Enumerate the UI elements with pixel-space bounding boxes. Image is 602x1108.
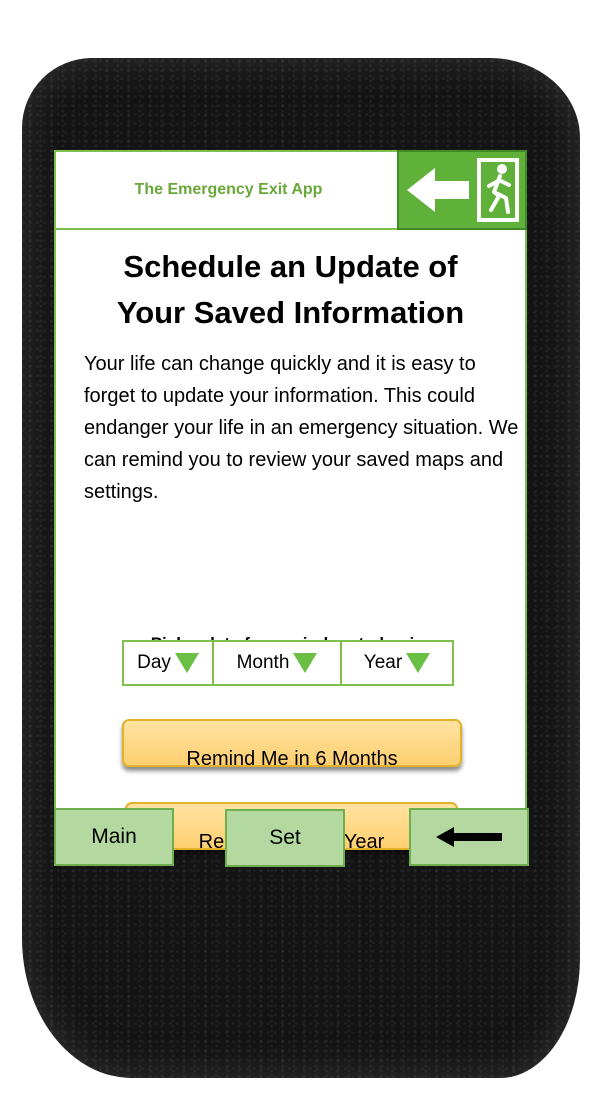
month-select-label: Month	[236, 652, 290, 673]
remind-6-months-label: Remind Me in 6 Months	[186, 748, 398, 767]
back-button[interactable]	[409, 808, 529, 866]
chevron-down-icon	[406, 653, 431, 673]
emergency-exit-icon	[397, 150, 527, 230]
main-nav-button[interactable]: Main	[54, 808, 174, 866]
page-title-line-1: Schedule an Update of	[123, 249, 458, 284]
set-nav-button[interactable]: Set	[225, 809, 345, 867]
year-select-label: Year	[363, 652, 403, 673]
date-picker: Day Month Year	[122, 640, 454, 686]
page-title-line-2: Your Saved Information	[116, 295, 465, 330]
month-select[interactable]: Month	[214, 640, 342, 686]
app-title: The Emergency Exit App	[134, 181, 323, 198]
remind-6-months-button[interactable]: Remind Me in 6 Months	[122, 719, 462, 767]
main-nav-label: Main	[91, 825, 137, 848]
chevron-down-icon	[174, 653, 199, 673]
day-select[interactable]: Day	[122, 640, 214, 686]
back-arrow-icon	[436, 827, 502, 847]
app-header: The Emergency Exit App	[56, 150, 527, 230]
year-select[interactable]: Year	[342, 640, 454, 686]
description-text: Your life can change quickly and it is e…	[84, 353, 519, 503]
set-nav-label: Set	[269, 826, 301, 849]
day-select-label: Day	[137, 652, 171, 673]
page-title: Schedule an Update of Your Saved Informa…	[56, 244, 525, 336]
chevron-down-icon	[293, 653, 318, 673]
